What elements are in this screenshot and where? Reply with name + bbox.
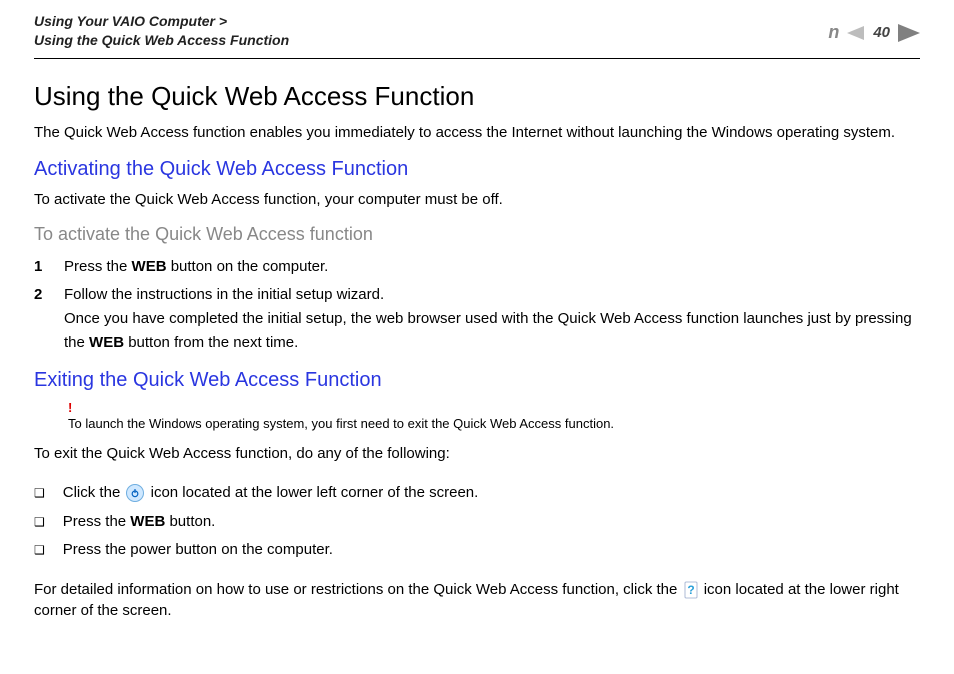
page-title: Using the Quick Web Access Function: [34, 81, 920, 112]
list-text: Press the WEB button.: [63, 508, 216, 537]
breadcrumb: Using Your VAIO Computer > Using the Qui…: [34, 12, 289, 50]
page-number: 40: [873, 24, 890, 41]
page-header: Using Your VAIO Computer > Using the Qui…: [34, 0, 920, 59]
page-number-prefix: n: [828, 20, 839, 45]
tail-paragraph: For detailed information on how to use o…: [34, 579, 920, 623]
intro-paragraph: The Quick Web Access function enables yo…: [34, 122, 920, 144]
step-number: 1: [34, 255, 46, 279]
bullet-icon: ❑: [34, 511, 45, 534]
breadcrumb-link-2[interactable]: Using the Quick Web Access Function: [34, 32, 289, 48]
section1-lead: To activate the Quick Web Access functio…: [34, 189, 920, 211]
next-page-arrow-icon[interactable]: [898, 24, 920, 42]
bullet-list: ❑ Click the icon located at the lower le…: [34, 479, 920, 565]
list-item: ❑ Press the power button on the computer…: [34, 536, 920, 565]
section2-lead: To exit the Quick Web Access function, d…: [34, 443, 920, 465]
page-content: Using the Quick Web Access Function The …: [34, 59, 920, 622]
breadcrumb-link-1[interactable]: Using Your VAIO Computer: [34, 13, 215, 29]
note-text: To launch the Windows operating system, …: [68, 415, 920, 433]
bullet-icon: ❑: [34, 539, 45, 562]
step-number: 2: [34, 283, 46, 355]
bullet-icon: ❑: [34, 482, 45, 505]
prev-page-arrow-icon[interactable]: [847, 26, 865, 40]
list-item: ❑ Press the WEB button.: [34, 508, 920, 537]
section-heading-exiting: Exiting the Quick Web Access Function: [34, 369, 920, 392]
list-item: ❑ Click the icon located at the lower le…: [34, 479, 920, 508]
list-text: Press the power button on the computer.: [63, 536, 333, 565]
step-list: 1 Press the WEB button on the computer. …: [34, 255, 920, 355]
power-icon: [126, 484, 144, 502]
instruction-heading: To activate the Quick Web Access functio…: [34, 224, 920, 245]
svg-text:?: ?: [687, 583, 694, 597]
section-heading-activating: Activating the Quick Web Access Function: [34, 158, 920, 181]
step-text: Press the WEB button on the computer.: [64, 255, 328, 279]
help-icon: ?: [684, 581, 698, 599]
page-nav: n 40: [818, 12, 920, 45]
warning-icon: !: [68, 400, 920, 415]
step-item: 1 Press the WEB button on the computer.: [34, 255, 920, 279]
list-text: Click the icon located at the lower left…: [63, 479, 479, 508]
step-item: 2 Follow the instructions in the initial…: [34, 283, 920, 355]
step-text: Follow the instructions in the initial s…: [64, 283, 920, 355]
